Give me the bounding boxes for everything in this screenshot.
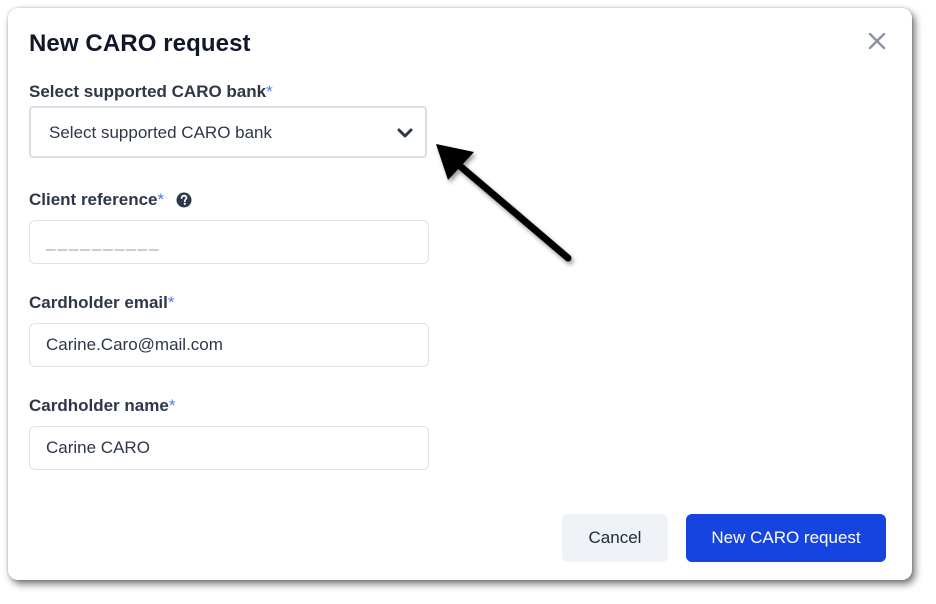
required-mark: * bbox=[266, 82, 273, 101]
question-circle-icon[interactable] bbox=[176, 192, 192, 208]
cardholder-email-label-text: Cardholder email bbox=[29, 293, 168, 312]
client-reference-label: Client reference * bbox=[29, 190, 192, 210]
client-reference-input[interactable] bbox=[29, 220, 429, 264]
required-mark: * bbox=[157, 190, 165, 209]
arrow-pointer-icon bbox=[436, 144, 572, 262]
close-icon bbox=[868, 32, 886, 50]
bank-label: Select supported CARO bank * bbox=[29, 82, 273, 102]
cardholder-name-input[interactable] bbox=[29, 426, 429, 470]
bank-select-value: Select supported CARO bank bbox=[49, 123, 273, 142]
cardholder-name-label-text: Cardholder name bbox=[29, 396, 169, 415]
bank-select[interactable]: Select supported CARO bank bbox=[29, 106, 427, 158]
dialog-title: New CARO request bbox=[29, 30, 251, 57]
cardholder-email-label: Cardholder email * bbox=[29, 293, 175, 313]
client-reference-label-text: Client reference bbox=[29, 190, 158, 209]
bank-label-text: Select supported CARO bank bbox=[29, 82, 267, 101]
cardholder-email-input[interactable] bbox=[29, 323, 429, 367]
cancel-button[interactable]: Cancel bbox=[562, 514, 668, 562]
close-button[interactable] bbox=[863, 28, 891, 56]
cardholder-name-label: Cardholder name * bbox=[29, 396, 175, 416]
required-mark: * bbox=[167, 293, 175, 312]
new-caro-request-dialog: New CARO request Select supported CARO b… bbox=[8, 8, 912, 580]
required-mark: * bbox=[168, 396, 176, 415]
new-caro-request-button[interactable]: New CARO request bbox=[686, 514, 886, 562]
chevron-down-icon bbox=[397, 128, 413, 138]
